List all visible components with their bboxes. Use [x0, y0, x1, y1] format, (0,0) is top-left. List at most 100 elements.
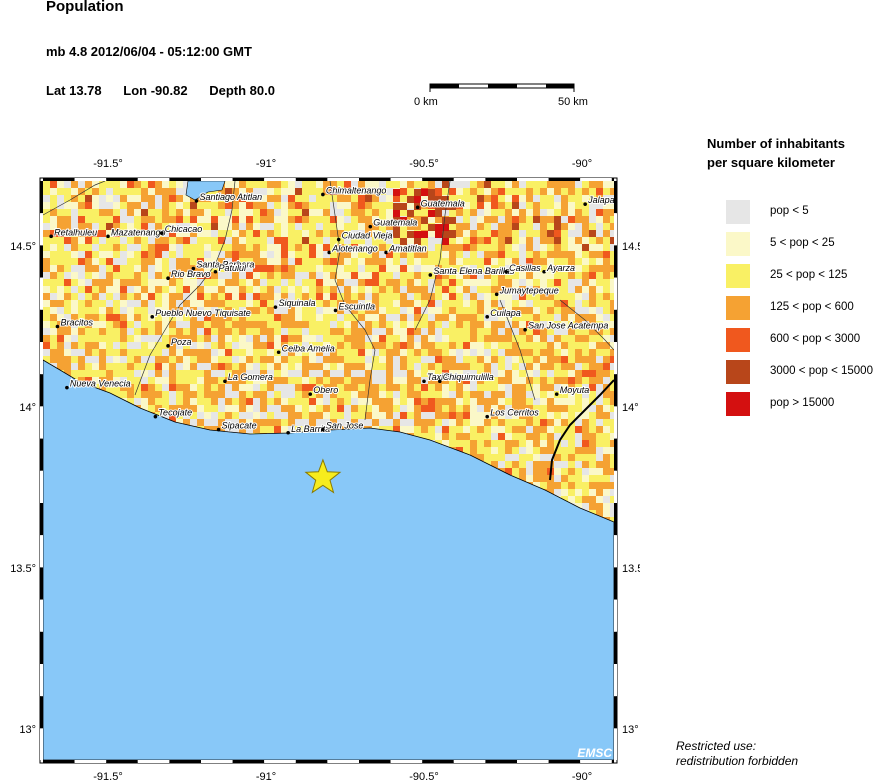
place-dot: [415, 205, 420, 210]
place-dot: [213, 269, 218, 274]
place-label: Amatitlan: [388, 243, 427, 253]
place-label: Los Cerritos: [490, 408, 539, 418]
legend-label: 125 < pop < 600: [770, 301, 854, 313]
place-dot: [216, 427, 221, 432]
top-lon-tick: -90.5°: [409, 158, 438, 170]
place-dot: [422, 379, 426, 384]
left-lat-tick: 13.5°: [10, 563, 36, 575]
location-info: Lat 13.78 Lon -90.82 Depth 80.0: [46, 83, 293, 98]
place-dot: [428, 273, 433, 277]
place-dot: [166, 344, 170, 348]
place-dot: [336, 237, 341, 242]
place-label: Escuintla: [339, 301, 376, 311]
place-label: Moyuta: [560, 385, 590, 395]
place-label: Chicacao: [165, 224, 203, 234]
place-label: Guatemala: [373, 218, 417, 228]
legend-swatch: [726, 232, 750, 256]
lat-text: Lat 13.78: [46, 83, 102, 98]
place-dot: [159, 231, 164, 235]
page-title: Population: [46, 0, 124, 15]
left-lat-tick: 13°: [19, 724, 36, 736]
left-lat-tick: 14°: [19, 402, 36, 414]
right-lat-tick: 13°: [622, 724, 639, 736]
emsc-watermark: EMSC: [577, 746, 612, 760]
right-lat-tick: 14°: [622, 402, 639, 414]
place-dot: [223, 379, 227, 384]
legend-label: 5 < pop < 25: [770, 237, 835, 249]
place-dot: [153, 414, 158, 419]
top-lon-tick: -91.5°: [93, 158, 122, 170]
place-dot: [321, 192, 325, 197]
left-lat-tick: 14.5°: [10, 241, 36, 253]
place-label: Alotenango: [331, 243, 378, 253]
scale-end-label: 50 km: [558, 96, 588, 108]
place-dot: [194, 199, 199, 203]
place-label: Jumaytepeque: [499, 285, 559, 295]
place-label: Pueblo Nuevo Tiquisate: [155, 308, 250, 318]
place-label: Chimaltenango: [326, 185, 387, 195]
place-label: Guatemala: [421, 198, 465, 208]
place-label: San Jose: [326, 421, 364, 431]
place-label: Patulul: [218, 263, 247, 273]
right-lat-tick: 13.5°: [622, 563, 640, 575]
place-label: Sipacate: [222, 421, 257, 431]
legend-label: pop < 5: [770, 205, 809, 217]
top-lon-tick: -91°: [256, 158, 276, 170]
place-label: Mazatenango: [111, 227, 166, 237]
place-label: Ciudad Vieja: [342, 231, 393, 241]
place-label: Poza: [171, 337, 192, 347]
place-dot: [106, 234, 110, 239]
place-dot: [523, 327, 527, 332]
depth-text: Depth 80.0: [209, 83, 275, 98]
place-dot: [273, 305, 278, 309]
right-lat-tick: 14.5°: [622, 241, 640, 253]
place-label: Siquinala: [278, 298, 315, 308]
place-dot: [485, 414, 490, 419]
place-dot: [583, 202, 587, 206]
place-dot: [494, 292, 499, 297]
legend-label: 25 < pop < 125: [770, 269, 848, 281]
place-dot: [554, 392, 559, 396]
legend-title: Number of inhabitants per square kilomet…: [707, 134, 845, 172]
place-dot: [485, 315, 490, 319]
place-label: Casillas: [509, 263, 541, 273]
usage-note-line2: redistribution forbidden: [676, 754, 799, 768]
bottom-lon-tick: -91°: [256, 771, 276, 783]
legend-swatch: [726, 360, 750, 384]
place-label: Santiago Atitlan: [199, 192, 262, 202]
population-map: Chimaltenango Santiago Atitlan Jalapa Guate…: [10, 158, 640, 783]
place-dot: [286, 430, 290, 435]
place-dot: [55, 324, 60, 329]
lon-text: Lon -90.82: [123, 83, 188, 98]
legend-swatch: [726, 264, 750, 288]
usage-note-line1: Restricted use:: [676, 739, 757, 753]
place-dot: [333, 308, 338, 313]
place-dot: [65, 385, 69, 390]
place-label: Santa Elena Barillas: [433, 266, 515, 276]
place-dot: [368, 224, 373, 229]
place-label: Jalapa: [587, 195, 615, 205]
legend-title-line2: per square kilometer: [707, 155, 835, 170]
bottom-lon-tick: -91.5°: [93, 771, 122, 783]
legend-title-line1: Number of inhabitants: [707, 136, 845, 151]
place-dot: [321, 427, 325, 432]
place-label: Rio Bravo: [171, 269, 211, 279]
legend-label: pop > 15000: [770, 397, 835, 409]
legend-label: 3000 < pop < 15000: [770, 365, 873, 377]
place-dot: [438, 379, 442, 384]
place-label: Chiquimulilla: [443, 372, 494, 382]
place-label: San Jose Acatempa: [528, 321, 608, 331]
place-dot: [166, 276, 170, 281]
event-info: mb 4.8 2012/06/04 - 05:12:00 GMT: [46, 44, 252, 59]
scale-start-label: 0 km: [414, 96, 438, 108]
place-label: Bracitos: [60, 318, 93, 328]
place-label: Obero: [313, 385, 338, 395]
place-label: Tecojate: [158, 408, 192, 418]
legend-label: 600 < pop < 3000: [770, 333, 861, 345]
place-dot: [276, 350, 281, 355]
place-dot: [308, 392, 313, 396]
bottom-lon-tick: -90.5°: [409, 771, 438, 783]
usage-note: Restricted use: redistribution forbidden: [676, 739, 798, 769]
place-dot: [384, 250, 388, 255]
legend-swatch: [726, 296, 750, 320]
